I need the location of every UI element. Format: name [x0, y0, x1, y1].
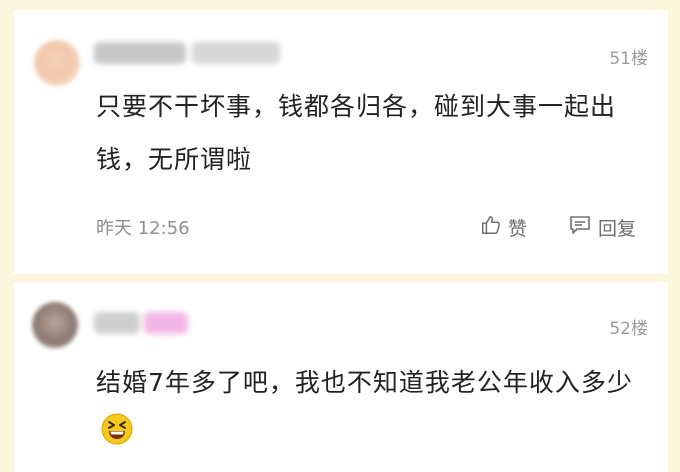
reply-label: 回复 — [598, 218, 637, 240]
comment-text: 结婚7年多了吧，我也不知道我老公年收入多少 — [96, 356, 636, 464]
comment-card: 51楼 只要不干坏事，钱都各归各，碰到大事一起出钱，无所谓啦 昨天 12:56 … — [14, 10, 668, 274]
avatar[interactable] — [34, 40, 80, 86]
floor-number: 52楼 — [609, 319, 648, 339]
like-button[interactable]: 赞 — [480, 214, 527, 241]
comment-timestamp: 昨天 12:56 — [96, 218, 190, 239]
username-blurred[interactable] — [94, 42, 186, 64]
like-label: 赞 — [508, 218, 528, 240]
thumbs-up-icon — [480, 214, 502, 241]
laughing-emoji — [100, 411, 134, 464]
username-blurred[interactable] — [144, 312, 188, 334]
comment-icon — [568, 214, 592, 241]
comment-text: 只要不干坏事，钱都各归各，碰到大事一起出钱，无所谓啦 — [96, 92, 617, 174]
username-blurred[interactable] — [94, 312, 140, 334]
comment-text-body: 结婚7年多了吧，我也不知道我老公年收入多少 — [96, 368, 633, 397]
comment-card: 52楼 结婚7年多了吧，我也不知道我老公年收入多少 — [14, 282, 668, 472]
username-blurred[interactable] — [192, 42, 280, 64]
avatar[interactable] — [32, 302, 78, 348]
reply-button[interactable]: 回复 — [568, 214, 636, 241]
floor-number: 51楼 — [609, 49, 648, 69]
